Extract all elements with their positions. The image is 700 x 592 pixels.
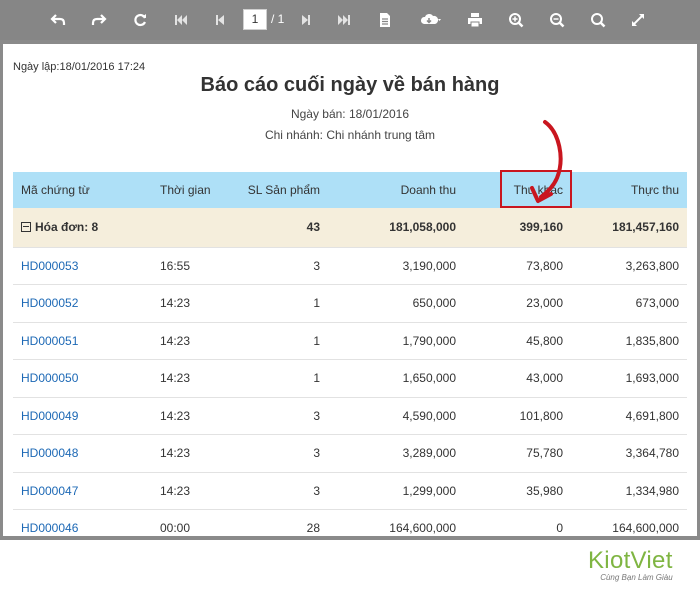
next-page-icon[interactable] (294, 8, 318, 32)
cell-other-income: 45,800 (464, 322, 571, 360)
table-row: HD000048 14:23 3 3,289,000 75,780 3,364,780 (13, 434, 687, 473)
cell-revenue: 1,650,000 (328, 359, 464, 398)
cell-document-code[interactable]: HD000050 (13, 359, 152, 398)
first-page-icon[interactable] (169, 8, 193, 32)
cell-other-income: 73,800 (464, 247, 571, 285)
report-sale-date: Ngày bán: 18/01/2016 (290, 107, 410, 121)
cell-revenue: 3,190,000 (328, 247, 464, 285)
redo-icon[interactable] (87, 8, 111, 32)
report-created-date: Ngày lập:18/01/2016 17:24 (13, 61, 146, 73)
brand-logo: KiotViet Cùng Bạn Làm Giàu (588, 547, 673, 582)
cell-document-code[interactable]: HD000053 (13, 247, 152, 285)
cell-quantity: 1 (236, 284, 328, 323)
cell-actual-income: 1,693,000 (571, 359, 687, 398)
cell-quantity: 3 (236, 247, 328, 285)
header-document-code: Mã chứng từ (13, 172, 152, 208)
page-number-input[interactable]: 1 (243, 9, 267, 30)
report-viewer: 1 / 1 Ngày lập:18/01/2016 17:24 Báo cáo … (0, 0, 700, 540)
table-row: HD000050 14:23 1 1,650,000 43,000 1,693,000 (13, 359, 687, 398)
sales-table: Mã chứng từ Thời gian SL Sản phẩm Doanh … (13, 172, 687, 536)
cell-other-income: 35,980 (464, 472, 571, 510)
report-page: Ngày lập:18/01/2016 17:24 Báo cáo cuối n… (3, 44, 697, 536)
cell-time: 16:55 (152, 247, 236, 285)
cell-actual-income: 164,600,000 (571, 509, 687, 536)
refresh-icon[interactable] (128, 8, 152, 32)
cell-document-code[interactable]: HD000048 (13, 434, 152, 473)
cell-actual-income: 1,334,980 (571, 472, 687, 510)
prev-page-icon[interactable] (208, 8, 232, 32)
cell-actual-income: 1,835,800 (571, 322, 687, 360)
document-icon[interactable] (373, 8, 397, 32)
toolbar: 1 / 1 (0, 0, 700, 40)
collapse-icon[interactable] (21, 222, 31, 233)
cell-document-code[interactable]: HD000047 (13, 472, 152, 510)
cell-quantity: 28 (236, 509, 328, 536)
table-row: HD000049 14:23 3 4,590,000 101,800 4,691,800 (13, 397, 687, 435)
table-row: HD000046 00:00 28 164,600,000 0 164,600,000 (13, 509, 687, 536)
cell-actual-income: 4,691,800 (571, 397, 687, 435)
cell-document-code[interactable]: HD000046 (13, 509, 152, 536)
fullscreen-icon[interactable] (626, 8, 650, 32)
annotation-arrow-icon (530, 120, 563, 203)
last-page-icon[interactable] (332, 8, 356, 32)
undo-icon[interactable] (46, 8, 70, 32)
cell-time: 14:23 (152, 284, 236, 323)
report-title: Báo cáo cuối ngày về bán hàng (200, 74, 500, 96)
cell-revenue: 650,000 (328, 284, 464, 323)
table-row: HD000053 16:55 3 3,190,000 73,800 3,263,800 (13, 247, 687, 285)
search-icon[interactable] (586, 8, 610, 32)
cell-revenue: 3,289,000 (328, 434, 464, 473)
cell-other-income: 0 (464, 509, 571, 536)
cell-revenue: 4,590,000 (328, 397, 464, 435)
cell-time: 14:23 (152, 359, 236, 398)
cell-actual-income: 3,263,800 (571, 247, 687, 285)
print-icon[interactable] (463, 8, 487, 32)
group-qty: 43 (236, 208, 328, 248)
table-row: HD000052 14:23 1 650,000 23,000 673,000 (13, 284, 687, 323)
table-row: HD000051 14:23 1 1,790,000 45,800 1,835,800 (13, 322, 687, 360)
cell-revenue: 1,299,000 (328, 472, 464, 510)
group-other: 399,160 (464, 208, 571, 248)
cell-other-income: 101,800 (464, 397, 571, 435)
cell-quantity: 3 (236, 397, 328, 435)
cell-document-code[interactable]: HD000051 (13, 322, 152, 360)
cell-quantity: 1 (236, 322, 328, 360)
zoom-in-icon[interactable] (504, 8, 528, 32)
cell-actual-income: 3,364,780 (571, 434, 687, 473)
group-revenue: 181,058,000 (328, 208, 464, 248)
cloud-download-icon[interactable] (416, 8, 448, 32)
group-label: Hóa đơn: 8 (35, 220, 99, 235)
header-revenue: Doanh thu (328, 172, 464, 208)
cell-other-income: 23,000 (464, 284, 571, 323)
header-time: Thời gian (152, 172, 236, 208)
cell-document-code[interactable]: HD000049 (13, 397, 152, 435)
cell-quantity: 3 (236, 434, 328, 473)
cell-other-income: 43,000 (464, 359, 571, 398)
cell-time: 14:23 (152, 397, 236, 435)
page-total: / 1 (271, 12, 285, 26)
cell-quantity: 1 (236, 359, 328, 398)
zoom-out-icon[interactable] (545, 8, 569, 32)
brand-name: KiotViet (588, 547, 673, 574)
table-row: HD000047 14:23 3 1,299,000 35,980 1,334,980 (13, 472, 687, 510)
cell-time: 14:23 (152, 322, 236, 360)
table-header-row: Mã chứng từ Thời gian SL Sản phẩm Doanh … (13, 172, 687, 208)
cell-time: 00:00 (152, 509, 236, 536)
group-row[interactable]: Hóa đơn: 8 43 181,058,000 399,160 181,45… (13, 208, 687, 248)
header-quantity: SL Sản phẩm (236, 172, 328, 208)
header-actual-income: Thực thu (571, 172, 687, 208)
cell-revenue: 164,600,000 (328, 509, 464, 536)
group-label-cell[interactable]: Hóa đơn: 8 (13, 208, 236, 248)
cell-document-code[interactable]: HD000052 (13, 284, 152, 323)
brand-slogan: Cùng Bạn Làm Giàu (600, 573, 673, 582)
group-actual: 181,457,160 (571, 208, 687, 248)
cell-quantity: 3 (236, 472, 328, 510)
cell-actual-income: 673,000 (571, 284, 687, 323)
cell-time: 14:23 (152, 434, 236, 473)
cell-revenue: 1,790,000 (328, 322, 464, 360)
cell-other-income: 75,780 (464, 434, 571, 473)
cell-time: 14:23 (152, 472, 236, 510)
report-branch: Chi nhánh: Chi nhánh trung tâm (264, 128, 436, 142)
